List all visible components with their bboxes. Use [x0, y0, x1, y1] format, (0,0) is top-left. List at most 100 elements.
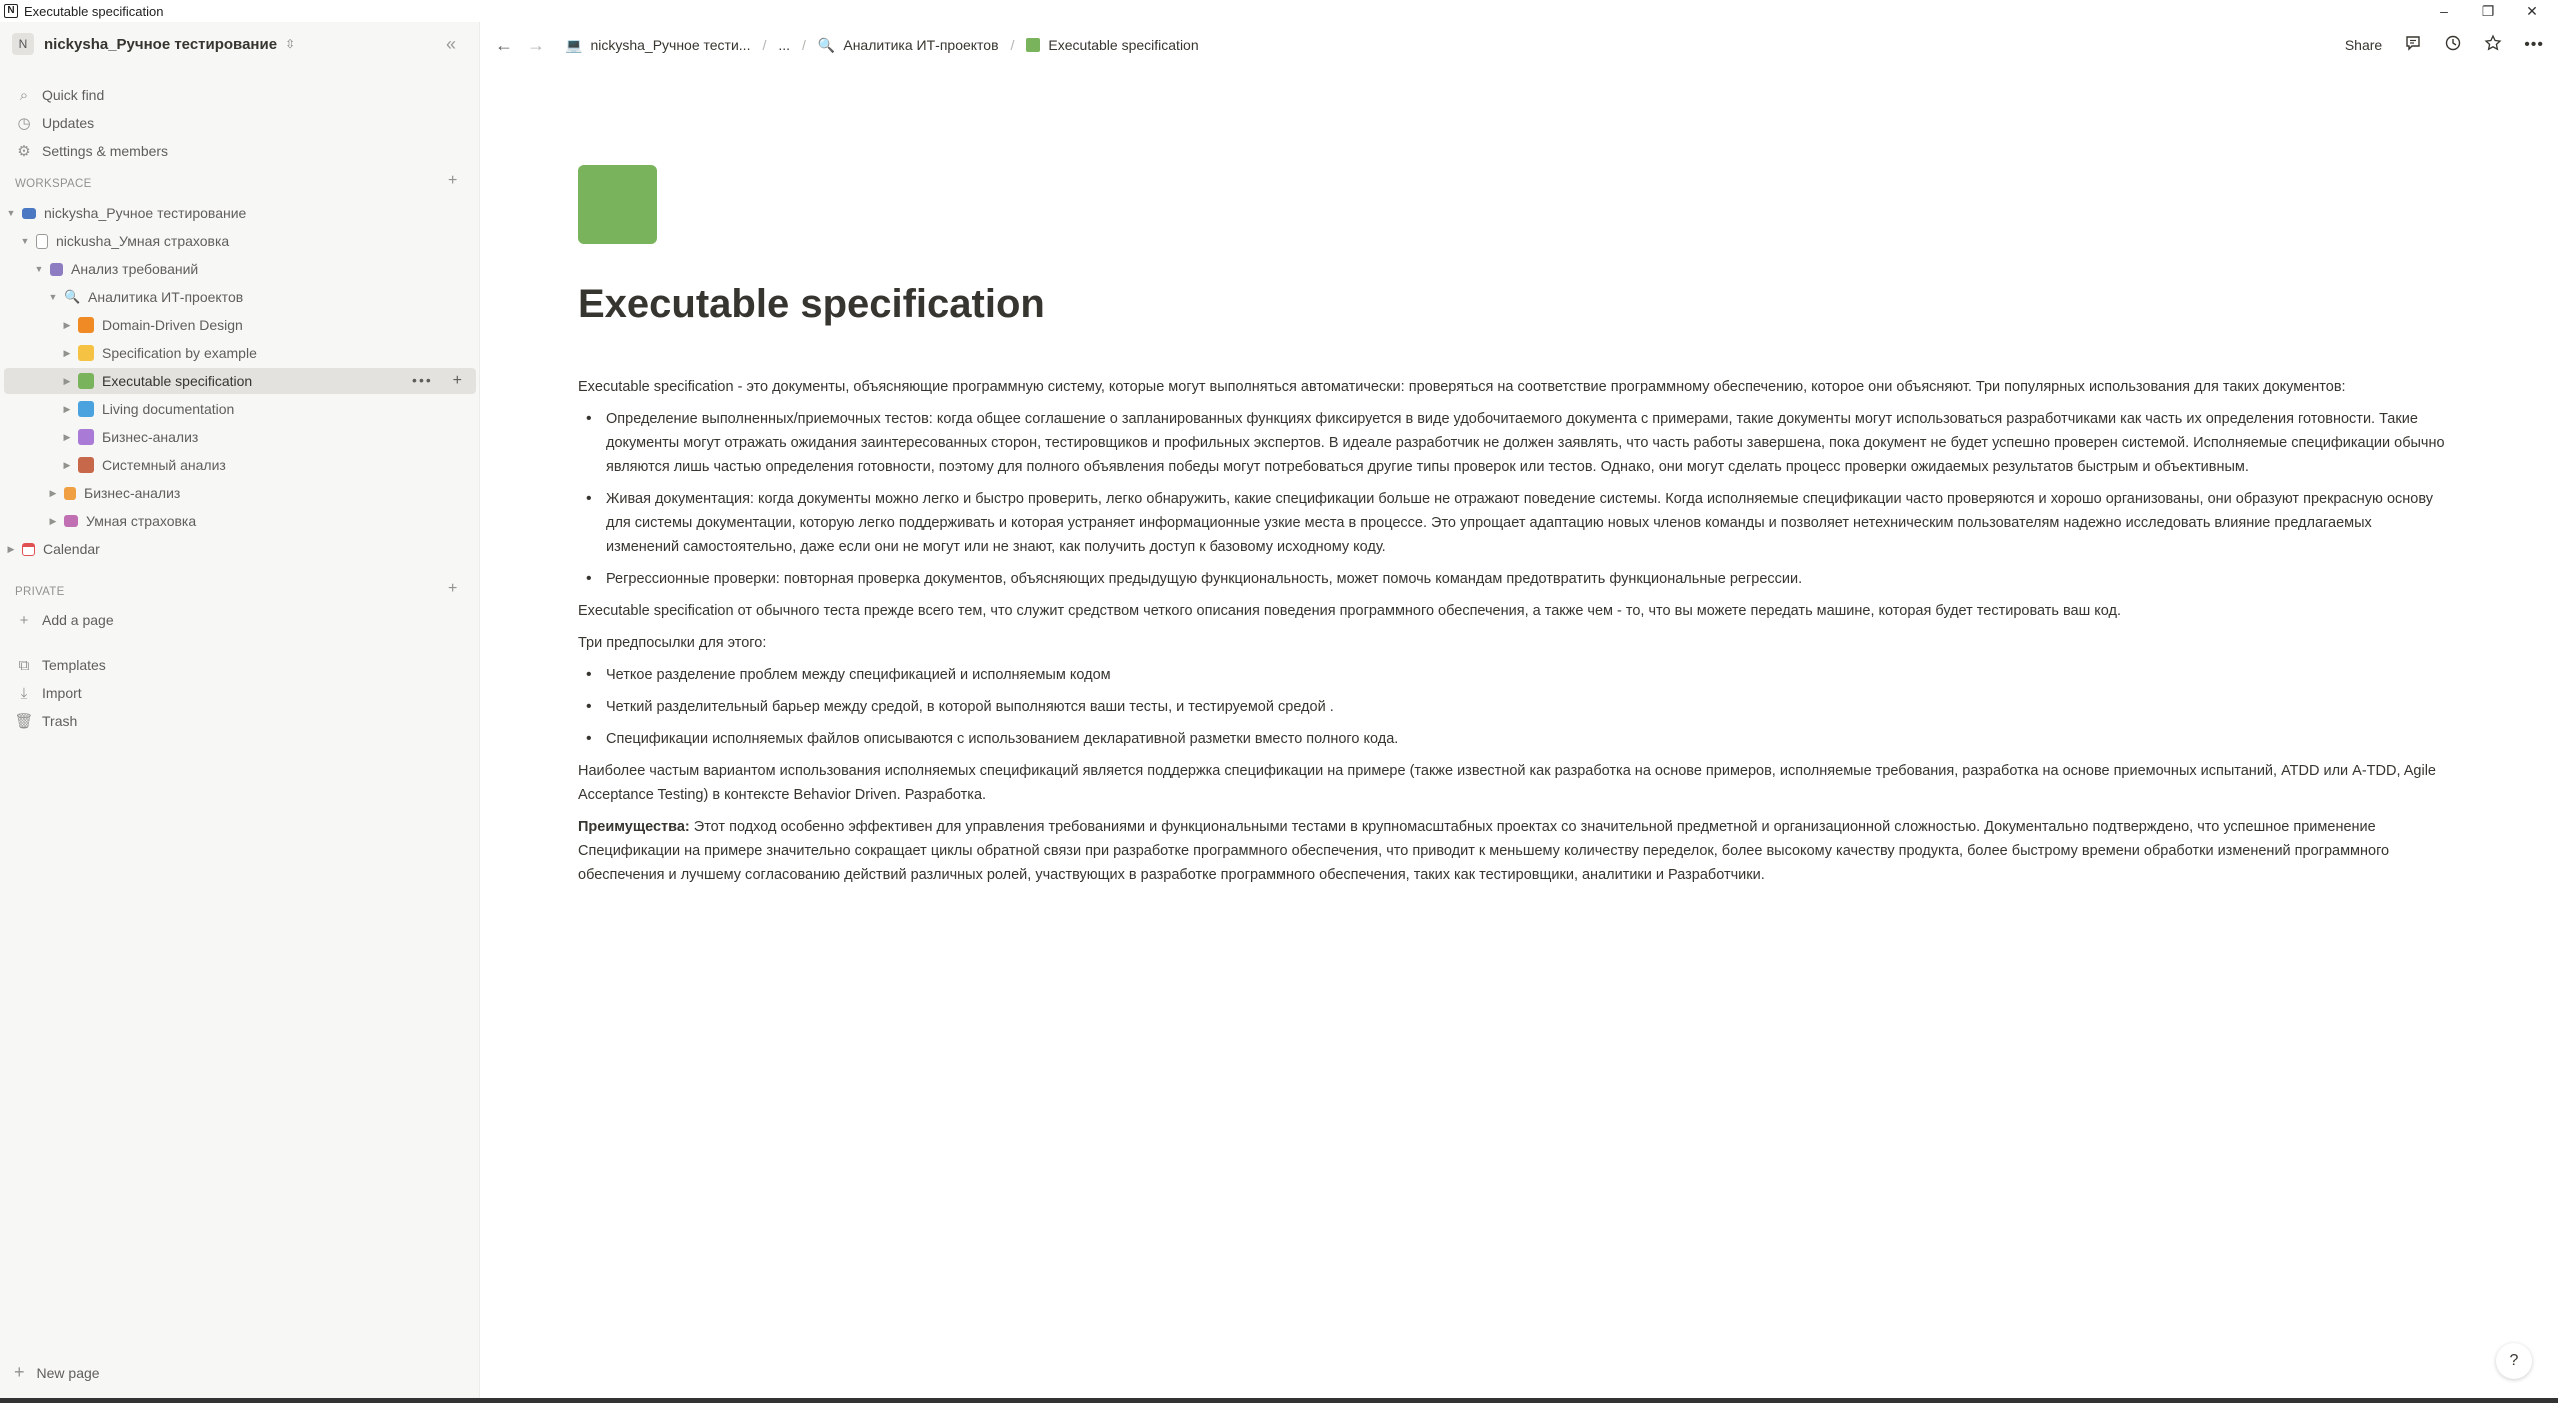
close-button[interactable]: ✕ [2512, 0, 2552, 22]
tree-item-label: Executable specification [102, 373, 253, 389]
nav-templates[interactable]: ⧉ Templates [14, 652, 106, 678]
list-item[interactable]: Четкий разделительный барьер между средо… [578, 695, 2448, 719]
paragraph-advantages[interactable]: Преимущества: Этот подход особенно эффек… [578, 815, 2448, 887]
collapsed-arrow-icon[interactable]: ▶ [46, 516, 60, 527]
add-subpage-icon[interactable]: + [453, 372, 464, 389]
yellow-square-icon [78, 345, 94, 361]
nav-import[interactable]: ⤓ Import [14, 680, 82, 706]
list-item[interactable]: Живая документация: когда документы можн… [578, 487, 2448, 559]
tree-item[interactable]: ▶ Умная страховка [4, 508, 476, 534]
tree-item-label: Умная страховка [86, 513, 197, 529]
paragraph-prereq-title[interactable]: Три предпосылки для этого: [578, 631, 2448, 655]
nav-trash[interactable]: 🗑 Trash [14, 708, 77, 734]
paragraph-difference[interactable]: Executable specification от обычного тес… [578, 599, 2448, 623]
collapsed-arrow-icon[interactable]: ▶ [60, 432, 74, 443]
tree-item-active[interactable]: ▶ Executable specification ••• + [4, 368, 476, 394]
laptop-icon [22, 207, 36, 219]
star-icon[interactable] [2484, 33, 2502, 57]
page-title[interactable]: Executable specification [578, 282, 1045, 327]
templates-icon: ⧉ [18, 656, 30, 674]
collapsed-arrow-icon[interactable]: ▶ [4, 544, 18, 555]
tree-item[interactable]: ▼ nickusha_Умная страховка [4, 228, 476, 254]
nav-settings-label: Settings & members [42, 143, 169, 159]
nav-settings[interactable]: ⚙ Settings & members [14, 138, 168, 164]
new-page-button[interactable]: + New page [14, 1362, 100, 1383]
more-icon[interactable]: ••• [2524, 36, 2544, 54]
add-workspace-page-icon[interactable]: + [448, 172, 457, 190]
plus-icon: + [14, 1362, 25, 1382]
more-icon[interactable]: ••• [412, 372, 433, 388]
collapsed-arrow-icon[interactable]: ▶ [60, 460, 74, 471]
document-icon [36, 233, 48, 249]
help-button[interactable]: ? [2496, 1343, 2532, 1379]
collapsed-arrow-icon[interactable]: ▶ [60, 404, 74, 415]
add-page-button[interactable]: + Add a page [14, 607, 114, 633]
collapsed-arrow-icon[interactable]: ▶ [60, 320, 74, 331]
forward-arrow-icon[interactable]: → [527, 35, 545, 56]
chevron-updown-icon: ⇳ [285, 37, 296, 51]
list-item[interactable]: Регрессионные проверки: повторная провер… [578, 567, 2448, 591]
breadcrumb-item[interactable]: 🔍 Аналитика ИТ-проектов [818, 37, 999, 54]
page-content[interactable]: Executable specification - это документы… [578, 375, 2448, 895]
page-icon[interactable] [578, 165, 657, 244]
laptop-icon: 💻 [565, 36, 583, 53]
workspace-switcher[interactable]: N nickysha_Ручное тестирование ⇳ [12, 31, 295, 57]
tree-item[interactable]: ▼ 🔍 Аналитика ИТ-проектов [4, 284, 476, 310]
tree-item-label: Аналитика ИТ-проектов [88, 289, 244, 305]
expanded-arrow-icon[interactable]: ▼ [4, 208, 18, 218]
collapsed-arrow-icon[interactable]: ▶ [60, 376, 74, 387]
brown-square-icon [78, 457, 94, 473]
sidebar: N nickysha_Ручное тестирование ⇳ « ⌕ Qui… [0, 22, 480, 1398]
tree-item-label: Domain-Driven Design [102, 317, 243, 333]
add-private-page-icon[interactable]: + [448, 580, 457, 598]
tree-item-label: Specification by example [102, 345, 257, 361]
tree-item[interactable]: ▼ nickysha_Ручное тестирование [4, 200, 476, 226]
expanded-arrow-icon[interactable]: ▼ [46, 292, 60, 302]
tree-item[interactable]: ▶ Системный анализ [4, 452, 476, 478]
window-titlebar: N Executable specification – ❐ ✕ [0, 0, 2558, 22]
magnifier-icon: 🔍 [817, 36, 836, 53]
restore-button[interactable]: ❐ [2468, 0, 2508, 22]
paragraph-intro[interactable]: Executable specification - это документы… [578, 375, 2448, 399]
nav-quick-find[interactable]: ⌕ Quick find [14, 82, 104, 108]
nav-updates[interactable]: ◷ Updates [14, 110, 94, 136]
back-arrow-icon[interactable]: ← [495, 35, 513, 56]
breadcrumb-label: nickysha_Ручное тести... [590, 37, 751, 53]
paragraph-common-use[interactable]: Наиболее частым вариантом использования … [578, 759, 2448, 807]
list-item[interactable]: Спецификации исполняемых файлов описываю… [578, 727, 2448, 751]
collapse-sidebar-icon[interactable]: « [446, 34, 456, 55]
breadcrumb-item-current[interactable]: Executable specification [1026, 37, 1199, 53]
trash-icon: 🗑 [14, 713, 34, 730]
collapsed-arrow-icon[interactable]: ▶ [60, 348, 74, 359]
tree-item-label: Бизнес-анализ [102, 429, 199, 445]
nav-templates-label: Templates [42, 657, 106, 673]
workspace-avatar: N [12, 33, 34, 55]
gift-icon [64, 515, 78, 527]
tree-item[interactable]: ▶ Calendar [4, 536, 476, 562]
breadcrumb-label: Executable specification [1048, 37, 1199, 53]
tree-item[interactable]: ▼ Анализ требований [4, 256, 476, 282]
tree-item-label: nickysha_Ручное тестирование [44, 205, 247, 221]
breadcrumb-separator: / [802, 37, 806, 53]
advantages-text: Этот подход особенно эффективен для упра… [578, 819, 2390, 883]
list-item[interactable]: Определение выполненных/приемочных тесто… [578, 407, 2448, 479]
breadcrumb-item[interactable]: ... [778, 37, 790, 53]
expanded-arrow-icon[interactable]: ▼ [18, 236, 32, 246]
tree-item[interactable]: ▶ Domain-Driven Design [4, 312, 476, 338]
minimize-button[interactable]: – [2424, 0, 2464, 22]
tree-item-label: Анализ требований [71, 261, 199, 277]
tree-item[interactable]: ▶ Бизнес-анализ [4, 424, 476, 450]
tree-item-label: Системный анализ [102, 457, 226, 473]
share-button[interactable]: Share [2345, 37, 2382, 53]
tree-item[interactable]: ▶ Specification by example [4, 340, 476, 366]
topbar-actions: Share ••• [2345, 22, 2558, 68]
expanded-arrow-icon[interactable]: ▼ [32, 264, 46, 274]
history-icon[interactable] [2444, 34, 2462, 57]
row-actions: ••• + [412, 372, 464, 390]
comment-icon[interactable] [2404, 34, 2422, 57]
collapsed-arrow-icon[interactable]: ▶ [46, 488, 60, 499]
tree-item[interactable]: ▶ Living documentation [4, 396, 476, 422]
list-item[interactable]: Четкое разделение проблем между специфик… [578, 663, 2448, 687]
breadcrumb-item[interactable]: 💻 nickysha_Ручное тести... [565, 37, 750, 54]
tree-item[interactable]: ▶ Бизнес-анализ [4, 480, 476, 506]
